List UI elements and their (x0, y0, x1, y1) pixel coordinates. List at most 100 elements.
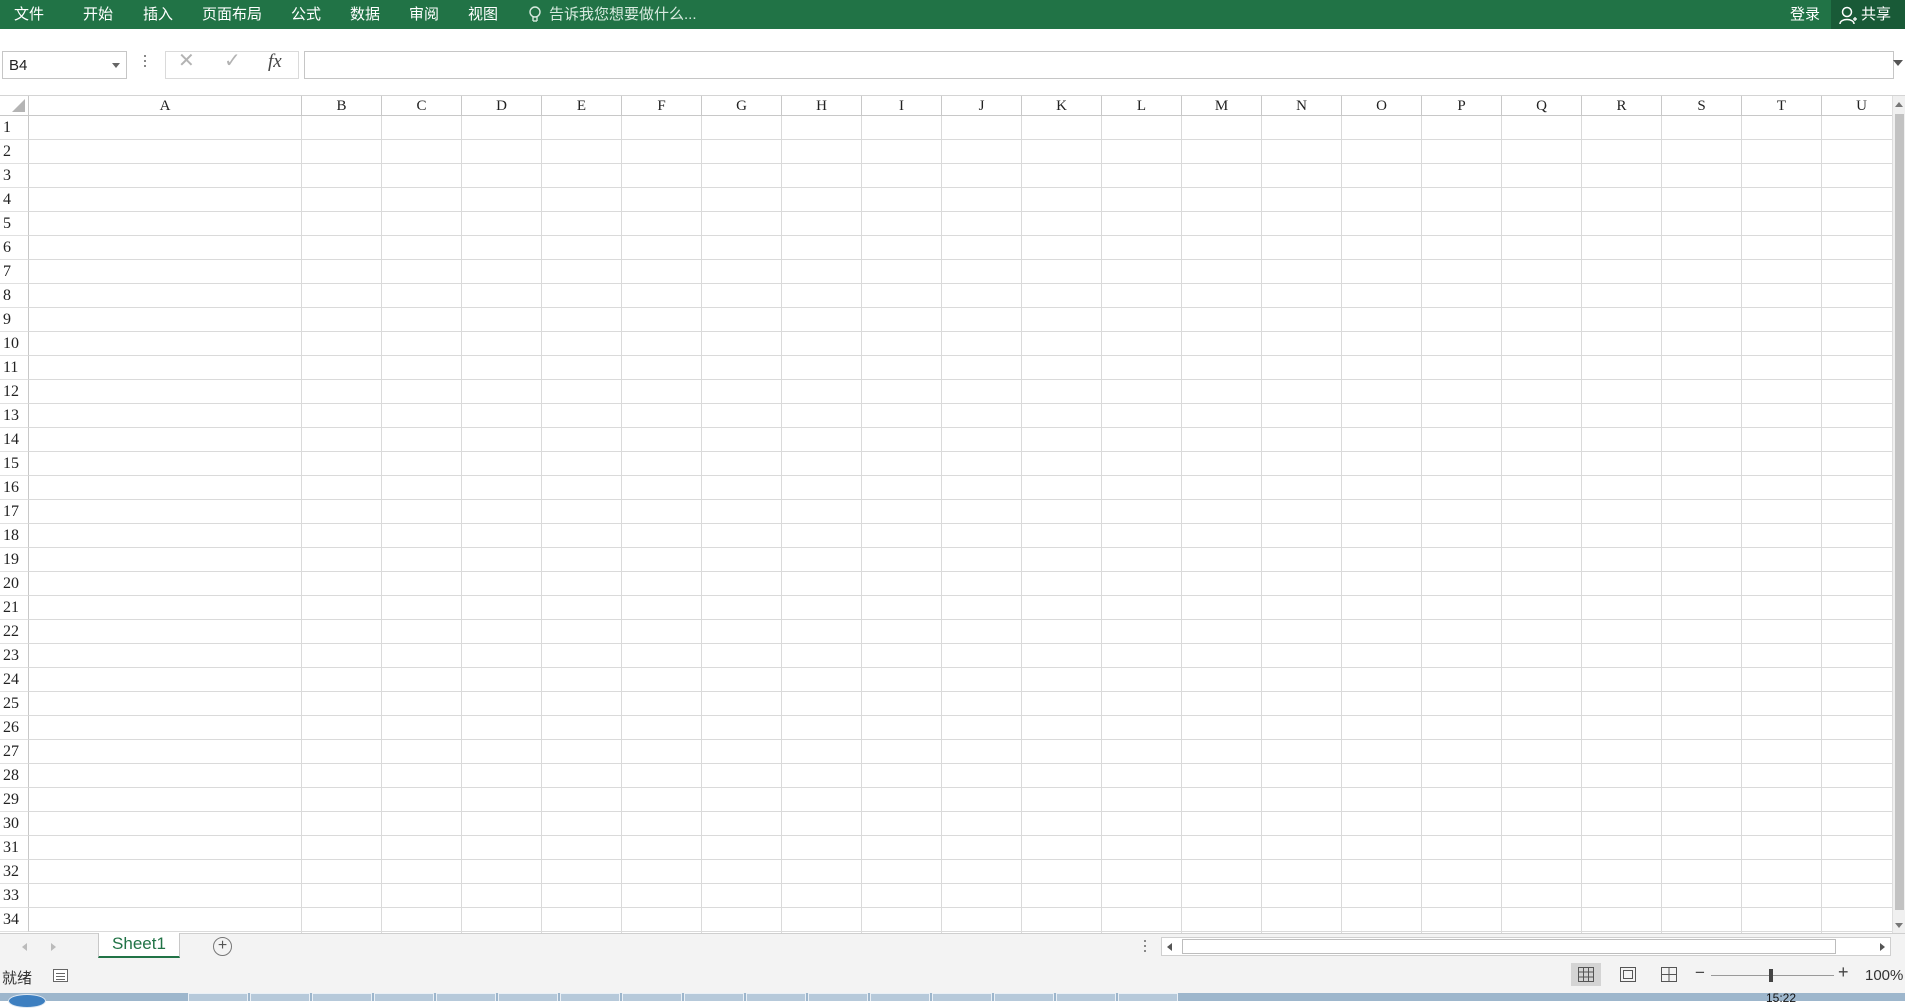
name-box[interactable]: B4 (2, 51, 127, 79)
enter-icon[interactable]: ✓ (224, 51, 241, 71)
scrollbar-split-handle[interactable] (1144, 940, 1146, 955)
page-break-view-button[interactable] (1654, 963, 1684, 986)
taskbar-item[interactable] (1056, 993, 1116, 1001)
sheet-tab-sheet1[interactable]: Sheet1 (98, 933, 180, 958)
column-header-a[interactable]: A (29, 96, 302, 116)
horizontal-scrollbar[interactable] (1161, 937, 1891, 956)
row-header-6[interactable]: 6 (0, 236, 29, 260)
taskbar-item[interactable] (684, 993, 744, 1001)
scroll-right-icon[interactable] (1880, 943, 1885, 951)
column-header-g[interactable]: G (702, 96, 782, 116)
row-header-25[interactable]: 25 (0, 692, 29, 716)
row-header-2[interactable]: 2 (0, 140, 29, 164)
row-header-4[interactable]: 4 (0, 188, 29, 212)
row-header-17[interactable]: 17 (0, 500, 29, 524)
tab-insert[interactable]: 插入 (143, 0, 173, 29)
column-header-u[interactable]: U (1822, 96, 1892, 116)
scroll-down-icon[interactable] (1895, 923, 1903, 928)
share-button[interactable]: 共享 (1831, 0, 1905, 29)
row-header-22[interactable]: 22 (0, 620, 29, 644)
taskbar-item[interactable] (932, 993, 992, 1001)
column-header-q[interactable]: Q (1502, 96, 1582, 116)
insert-function-icon[interactable]: fx (268, 51, 282, 73)
column-header-i[interactable]: I (862, 96, 942, 116)
taskbar-item[interactable] (560, 993, 620, 1001)
previous-sheet-icon[interactable] (22, 943, 27, 951)
row-header-18[interactable]: 18 (0, 524, 29, 548)
taskbar-item[interactable] (436, 993, 496, 1001)
row-header-3[interactable]: 3 (0, 164, 29, 188)
chevron-down-icon[interactable] (112, 63, 120, 68)
tab-data[interactable]: 数据 (350, 0, 380, 29)
macro-recording-icon[interactable] (53, 969, 68, 982)
row-header-34[interactable]: 34 (0, 908, 29, 932)
row-header-26[interactable]: 26 (0, 716, 29, 740)
column-header-m[interactable]: M (1182, 96, 1262, 116)
row-header-5[interactable]: 5 (0, 212, 29, 236)
taskbar-item[interactable] (994, 993, 1054, 1001)
tab-review[interactable]: 审阅 (409, 0, 439, 29)
row-header-11[interactable]: 11 (0, 356, 29, 380)
login-button[interactable]: 登录 (1790, 0, 1820, 29)
next-sheet-icon[interactable] (51, 943, 56, 951)
taskbar-item[interactable] (808, 993, 868, 1001)
column-header-k[interactable]: K (1022, 96, 1102, 116)
taskbar-item[interactable] (622, 993, 682, 1001)
expand-formula-bar-icon[interactable] (1893, 60, 1903, 66)
column-header-l[interactable]: L (1102, 96, 1182, 116)
formula-input[interactable] (304, 51, 1894, 79)
column-header-d[interactable]: D (462, 96, 542, 116)
vertical-scrollbar[interactable] (1892, 96, 1905, 933)
page-layout-view-button[interactable] (1613, 963, 1643, 986)
taskbar-item[interactable] (498, 993, 558, 1001)
tab-page-layout[interactable]: 页面布局 (202, 0, 262, 29)
zoom-level[interactable]: 100% (1865, 967, 1903, 984)
column-header-h[interactable]: H (782, 96, 862, 116)
column-header-j[interactable]: J (942, 96, 1022, 116)
row-header-13[interactable]: 13 (0, 404, 29, 428)
column-header-c[interactable]: C (382, 96, 462, 116)
row-header-9[interactable]: 9 (0, 308, 29, 332)
row-header-24[interactable]: 24 (0, 668, 29, 692)
column-header-s[interactable]: S (1662, 96, 1742, 116)
tab-file[interactable]: 文件 (14, 0, 44, 29)
tab-formulas[interactable]: 公式 (291, 0, 321, 29)
taskbar-item[interactable] (1118, 993, 1178, 1001)
taskbar-item[interactable] (250, 993, 310, 1001)
row-header-16[interactable]: 16 (0, 476, 29, 500)
scroll-left-icon[interactable] (1167, 943, 1172, 951)
taskbar-item[interactable] (374, 993, 434, 1001)
scroll-up-icon[interactable] (1895, 102, 1903, 107)
column-header-e[interactable]: E (542, 96, 622, 116)
tab-home[interactable]: 开始 (83, 0, 113, 29)
column-header-p[interactable]: P (1422, 96, 1502, 116)
row-header-20[interactable]: 20 (0, 572, 29, 596)
cancel-icon[interactable]: ✕ (178, 51, 195, 71)
row-header-28[interactable]: 28 (0, 764, 29, 788)
row-header-29[interactable]: 29 (0, 788, 29, 812)
row-header-33[interactable]: 33 (0, 884, 29, 908)
row-header-12[interactable]: 12 (0, 380, 29, 404)
column-header-b[interactable]: B (302, 96, 382, 116)
taskbar-item[interactable] (746, 993, 806, 1001)
zoom-in-icon[interactable]: + (1838, 962, 1849, 983)
row-header-1[interactable]: 1 (0, 116, 29, 140)
taskbar-item[interactable] (188, 993, 248, 1001)
select-all-button[interactable] (0, 96, 29, 116)
normal-view-button[interactable] (1571, 963, 1601, 986)
row-header-15[interactable]: 15 (0, 452, 29, 476)
row-header-21[interactable]: 21 (0, 596, 29, 620)
horizontal-scroll-thumb[interactable] (1182, 939, 1836, 954)
column-header-o[interactable]: O (1342, 96, 1422, 116)
row-header-14[interactable]: 14 (0, 428, 29, 452)
column-header-r[interactable]: R (1582, 96, 1662, 116)
row-header-10[interactable]: 10 (0, 332, 29, 356)
taskbar-item[interactable] (870, 993, 930, 1001)
vertical-scroll-thumb[interactable] (1895, 114, 1904, 910)
add-sheet-icon[interactable]: + (213, 937, 232, 956)
start-button[interactable] (8, 994, 46, 1008)
tab-view[interactable]: 视图 (468, 0, 498, 29)
zoom-out-icon[interactable]: − (1695, 963, 1705, 983)
row-header-7[interactable]: 7 (0, 260, 29, 284)
row-header-31[interactable]: 31 (0, 836, 29, 860)
